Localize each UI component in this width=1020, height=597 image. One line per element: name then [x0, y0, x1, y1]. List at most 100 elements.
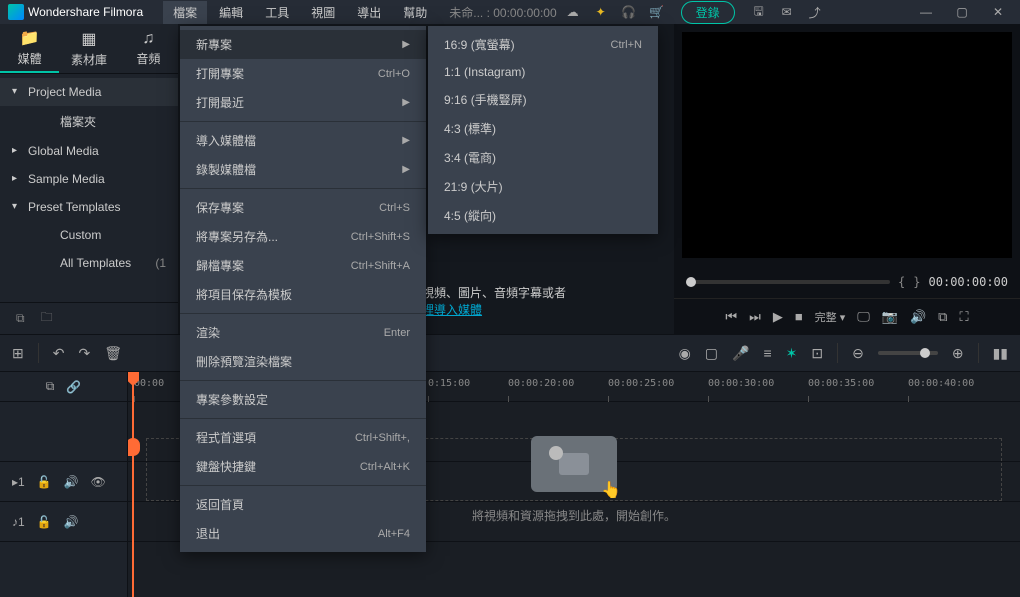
submenu-item[interactable]: 1:1 (Instagram) [428, 59, 658, 85]
snapshot-icon[interactable]: 📷 [882, 309, 898, 325]
fit-icon[interactable]: ▮▮ [993, 345, 1008, 362]
mark-in-icon[interactable]: { [898, 275, 905, 289]
save-icon[interactable]: 🖫 [747, 0, 771, 24]
tree-global-media[interactable]: ▸Global Media [0, 137, 178, 165]
track-lock2-icon[interactable]: 🔓 [37, 515, 52, 529]
preview-scrub-bar: { } 00:00:00:00 [674, 266, 1020, 298]
zoom-out-button[interactable]: ⊖ [852, 345, 864, 362]
maximize-button[interactable]: ▢ [948, 1, 976, 23]
crop-icon[interactable]: ⊡ [811, 345, 823, 362]
menu-export[interactable]: 導出 [347, 1, 391, 24]
play-button[interactable]: ▶ [773, 309, 783, 325]
zoom-in-button[interactable]: ⊕ [952, 345, 964, 362]
new-folder-icon[interactable]: 🗀 [41, 308, 53, 329]
login-button[interactable]: 登錄 [681, 1, 735, 24]
track-audio-icon[interactable]: ♪1 [12, 515, 25, 529]
tree-project-media[interactable]: ▾Project Media [0, 78, 178, 106]
menu-item: 打開最近▶ [180, 88, 426, 117]
import-link[interactable]: 裡導入媒體 [422, 303, 482, 317]
menu-item[interactable]: 打開專案Ctrl+O [180, 59, 426, 88]
layout-icon[interactable]: ⊞ [12, 345, 24, 362]
tree-custom[interactable]: Custom [0, 221, 178, 249]
color-icon[interactable]: ◉ [679, 345, 691, 362]
menu-edit[interactable]: 編輯 [209, 1, 253, 24]
prev-frame-button[interactable]: ⏮ [725, 309, 737, 325]
mail-icon[interactable]: ✉ [775, 0, 799, 24]
menu-file[interactable]: 檔案 [163, 1, 207, 24]
pip-icon[interactable]: ⧉ [938, 309, 947, 325]
stop-button[interactable]: ■ [795, 309, 803, 324]
submenu-item[interactable]: 9:16 (手機豎屏) [428, 85, 658, 114]
track-mute2-icon[interactable]: 🔊 [64, 515, 79, 529]
menu-item[interactable]: 專案參數設定 [180, 385, 426, 414]
menu-item[interactable]: 程式首選項Ctrl+Shift+, [180, 423, 426, 452]
next-frame-button[interactable]: ⏭ [749, 309, 761, 325]
delete-button[interactable]: 🗑 [104, 345, 122, 362]
menu-item[interactable]: 導入媒體檔▶ [180, 126, 426, 155]
submenu-item[interactable]: 3:4 (電商) [428, 143, 658, 172]
redo-button[interactable]: ↷ [78, 345, 90, 362]
menu-item[interactable]: 返回首頁 [180, 490, 426, 519]
preview-scrubber[interactable] [686, 280, 890, 284]
mask-icon[interactable]: ▢ [705, 345, 718, 362]
media-tree: ▾Project Media 檔案夾 ▸Global Media ▸Sample… [0, 74, 178, 302]
submenu-item[interactable]: 4:3 (標準) [428, 114, 658, 143]
cloud-icon[interactable]: ☁ [561, 0, 585, 24]
menu-item[interactable]: 退出Alt+F4 [180, 519, 426, 548]
app-logo-icon [8, 4, 24, 20]
preview-viewport[interactable] [682, 32, 1012, 258]
submenu-item[interactable]: 4:5 (縱向) [428, 201, 658, 230]
menu-item[interactable]: 新專案▶ [180, 30, 426, 59]
tab-audio[interactable]: ♫音頻 [119, 24, 178, 73]
track-video-icon[interactable]: ▸1 [12, 475, 25, 489]
tip-icon[interactable]: ✦ [589, 0, 613, 24]
tab-stock[interactable]: ▦素材庫 [59, 24, 118, 73]
playhead[interactable] [132, 372, 134, 597]
close-button[interactable]: ✕ [984, 1, 1012, 23]
ruler-header: ⧉ 🔗 [0, 372, 127, 402]
timeline: ⧉ 🔗 ▸1 🔓 🔊 👁 ♪1 🔓 🔊 00:00 0:15:00 00:00:… [0, 372, 1020, 597]
fullscreen-icon[interactable]: ⛶ [959, 309, 968, 325]
track-mute-icon[interactable]: 🔊 [64, 475, 79, 489]
minimize-button[interactable]: — [912, 1, 940, 23]
playhead-handle[interactable] [128, 438, 140, 456]
zoom-slider[interactable] [878, 351, 938, 355]
track-visible-icon[interactable]: 👁 [91, 475, 106, 489]
quality-select[interactable]: 完整 ▾ [815, 309, 846, 325]
mark-out-icon[interactable]: } [913, 275, 920, 289]
tree-preset-templates[interactable]: ▾Preset Templates [0, 193, 178, 221]
link-icon[interactable]: 🔗 [66, 380, 81, 394]
timeline-track-headers: ⧉ 🔗 ▸1 🔓 🔊 👁 ♪1 🔓 🔊 [0, 372, 128, 597]
menu-item[interactable]: 保存專案Ctrl+S [180, 193, 426, 222]
app-title: Wondershare Filmora [28, 5, 143, 19]
export-icon[interactable]: ⤴ [803, 0, 827, 24]
voice-icon[interactable]: 🎤 [732, 345, 749, 362]
submenu-item[interactable]: 21:9 (大片) [428, 172, 658, 201]
mixer-icon[interactable]: ≡ [763, 345, 771, 361]
tab-media[interactable]: 📁媒體 [0, 24, 59, 73]
menu-help[interactable]: 幫助 [393, 1, 437, 24]
menu-tools[interactable]: 工具 [255, 1, 299, 24]
tree-sample-media[interactable]: ▸Sample Media [0, 165, 178, 193]
undo-button[interactable]: ↶ [53, 345, 65, 362]
menu-item[interactable]: 將專案另存為...Ctrl+Shift+S [180, 222, 426, 251]
display-icon[interactable]: 🖵 [857, 309, 870, 325]
tree-folder[interactable]: 檔案夾 [0, 106, 178, 137]
folder-icon: 📁 [20, 28, 40, 48]
menu-item[interactable]: 錄製媒體檔▶ [180, 155, 426, 184]
titlebar: Wondershare Filmora 檔案 編輯 工具 視圖 導出 幫助 未命… [0, 0, 1020, 24]
submenu-item[interactable]: 16:9 (寬螢幕)Ctrl+N [428, 30, 658, 59]
volume-icon[interactable]: 🔊 [910, 309, 926, 325]
menu-item[interactable]: 鍵盤快捷鍵Ctrl+Alt+K [180, 452, 426, 481]
filter-icon[interactable]: ⧉ [16, 311, 25, 326]
support-icon[interactable]: 🎧 [617, 0, 641, 24]
tree-all-templates[interactable]: All Templates(1 [0, 249, 178, 277]
track-lock-icon[interactable]: 🔓 [37, 475, 52, 489]
menu-view[interactable]: 視圖 [301, 1, 345, 24]
auto-beat-icon[interactable]: ✶ [786, 345, 798, 362]
menu-item[interactable]: 歸檔專案Ctrl+Shift+A [180, 251, 426, 280]
menu-item[interactable]: 刪除預覽渲染檔案 [180, 347, 426, 376]
sidebar-tabs: 📁媒體 ▦素材庫 ♫音頻 [0, 24, 178, 74]
cart-icon[interactable]: 🛒 [645, 0, 669, 24]
copy-icon[interactable]: ⧉ [46, 379, 55, 394]
